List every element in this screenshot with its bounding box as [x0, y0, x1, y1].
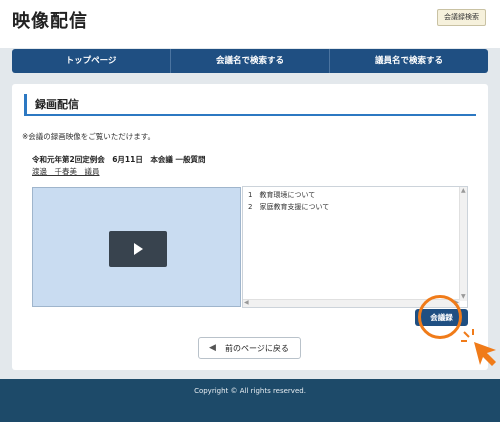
agenda-box: 1 教育環境について 2 家庭教育支援について ▲ ▼ ◀ ▶ — [242, 186, 468, 308]
vertical-scrollbar[interactable]: ▲ ▼ — [459, 187, 467, 301]
meeting-title: 令和元年第2回定例会 6月11日 本会議 一般質問 — [32, 155, 206, 164]
play-button[interactable] — [109, 231, 167, 267]
section-header: 録画配信 — [24, 94, 476, 116]
play-icon — [134, 243, 143, 255]
pointer-icon — [461, 329, 496, 366]
content-panel: 録画配信 ※会議の録画映像をご覧いただけます。 令和元年第2回定例会 6月11日… — [12, 84, 496, 370]
nav-item-search-by-member[interactable]: 議員名で検索する — [330, 49, 488, 73]
site-footer: Copyright © All rights reserved. — [0, 379, 500, 422]
nav-item-top[interactable]: トップページ — [12, 49, 171, 73]
scroll-up-icon[interactable]: ▲ — [461, 188, 466, 194]
agenda-list: 1 教育環境について 2 家庭教育支援について — [248, 189, 329, 213]
video-player[interactable] — [32, 187, 241, 307]
nav-item-search-by-meeting[interactable]: 会議名で検索する — [171, 49, 330, 73]
arrow-left-icon: ◀ — [209, 343, 216, 353]
minutes-search-button[interactable]: 会議録検索 — [437, 9, 486, 26]
agenda-item[interactable]: 1 教育環境について — [248, 189, 329, 201]
scroll-left-icon[interactable]: ◀ — [244, 300, 249, 306]
section-title: 録画配信 — [35, 98, 79, 111]
highlight-circle — [418, 295, 462, 339]
main-nav: トップページ 会議名で検索する 議員名で検索する — [12, 49, 488, 73]
copyright-text: Copyright © All rights reserved. — [194, 387, 306, 395]
site-title[interactable]: 映像配信 — [12, 7, 88, 33]
speaker-name[interactable]: 渡邊 千春美 議員 — [32, 166, 100, 177]
agenda-item[interactable]: 2 家庭教育支援について — [248, 201, 329, 213]
back-button-label: 前のページに戻る — [225, 344, 289, 353]
notice-text: ※会議の録画映像をご覧いただけます。 — [22, 132, 156, 141]
back-button[interactable]: ◀ 前のページに戻る — [198, 337, 301, 359]
site-header: 映像配信 会議録検索 — [0, 0, 500, 48]
scroll-down-icon[interactable]: ▼ — [461, 294, 466, 300]
